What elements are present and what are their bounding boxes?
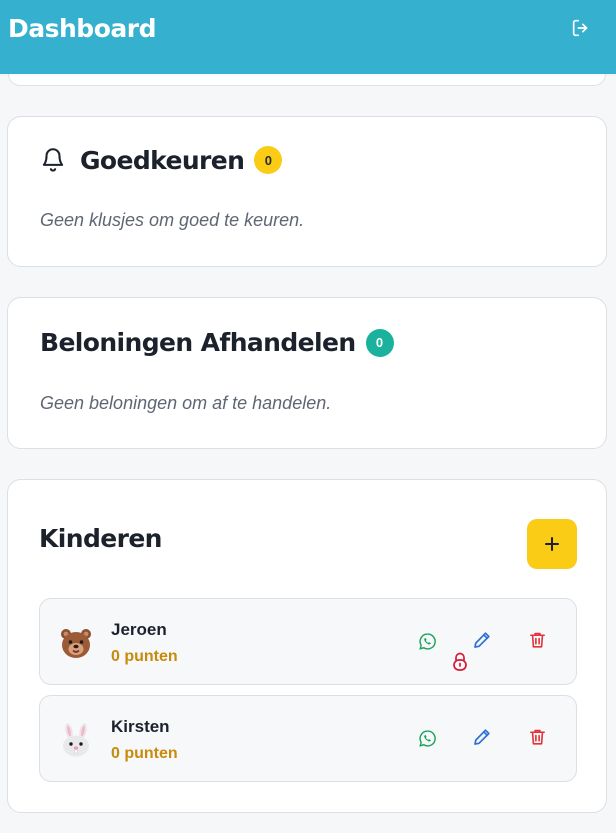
pencil-icon [474,729,490,745]
logout-icon [572,19,588,37]
kid-points: 0 punten [111,745,178,762]
trash-icon [529,729,545,745]
approvals-empty-text: Geen klusjes om goed te keuren. [40,210,305,230]
rewards-card: Beloningen Afhandelen 0 Geen beloningen … [7,297,607,449]
kid-name: Kirsten [111,717,170,736]
delete-button[interactable] [525,628,549,652]
lock-icon [453,652,467,671]
trash-icon [529,632,545,648]
plus-icon [545,537,559,551]
kid-name: Jeroen [111,620,167,639]
whatsapp-icon [418,729,436,747]
bell-icon [40,145,68,175]
top-header: Dashboard [0,0,616,74]
whatsapp-icon [418,632,436,650]
bunny-icon [58,722,94,758]
approvals-card: Goedkeuren 0 Geen klusjes om goed te keu… [7,116,607,267]
dashboard-page: Dashboard Goedkeuren 0 Geen klusjes om g… [0,0,616,833]
add-kid-button[interactable] [527,519,577,569]
kid-points: 0 punten [111,648,178,665]
bear-icon [58,625,94,661]
kids-title: Kinderen [39,524,162,553]
logout-button[interactable] [568,15,594,41]
rewards-header: Beloningen Afhandelen 0 [40,328,394,357]
edit-button[interactable] [470,628,494,652]
kids-card: Kinderen Jeroen 0 punten Kirsten 0 punte… [7,479,607,813]
delete-button[interactable] [525,725,549,749]
kid-row: Jeroen 0 punten [39,598,577,685]
approvals-count-badge: 0 [254,146,283,174]
rewards-count-badge: 0 [365,328,394,357]
edit-button[interactable] [470,725,494,749]
pencil-icon [474,632,490,648]
kid-row: Kirsten 0 punten [39,695,577,782]
lock-button[interactable] [451,651,469,671]
whatsapp-button[interactable] [415,629,439,653]
approvals-title: Goedkeuren [80,145,245,175]
rewards-title: Beloningen Afhandelen [40,328,356,357]
whatsapp-button[interactable] [415,726,439,750]
approvals-header: Goedkeuren 0 [40,145,283,175]
page-title: Dashboard [8,13,156,43]
rewards-empty-text: Geen beloningen om af te handelen. [40,393,332,413]
